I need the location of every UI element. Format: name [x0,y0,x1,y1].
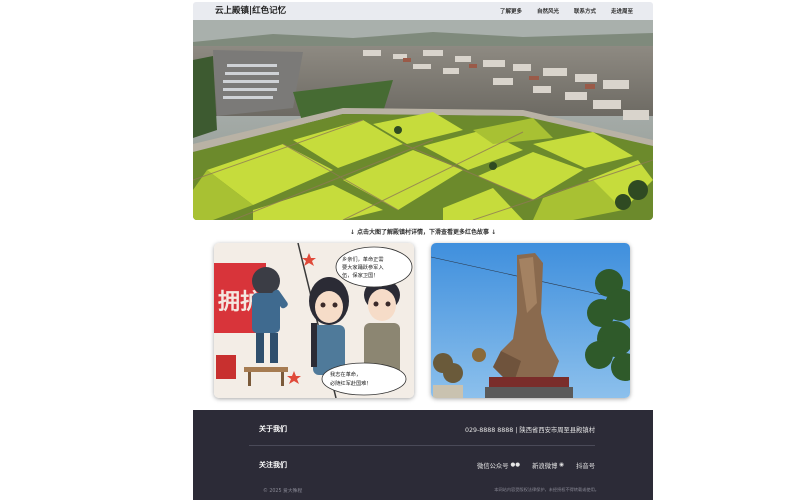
weibo-icon: ◉ [559,462,565,468]
footer-bottom: © 2025 爱大殊程 本网站内容受版权法律保护，未经授权不得转载或使用。 [263,487,599,494]
nav-link-zhouzhi[interactable]: 走进周至 [611,7,633,15]
social-link-douyin-label: 抖音号 [576,462,595,470]
footer-follow-title: 关注我们 [259,461,287,469]
page: 云上殿镇|红色记忆 了解更多 自然风光 联系方式 走进周至 ↓ 点击大图了解殿镇… [0,0,800,500]
social-link-douyin[interactable]: 抖音号 [576,461,595,470]
footer-about-title: 关于我们 [259,425,287,433]
top-navbar: 云上殿镇|红色记忆 了解更多 自然风光 联系方式 走进周至 [193,2,653,20]
footer-divider [249,445,595,446]
footer-follow-row: 关注我们 微信公众号 ●● 新浪微博 ◉ 抖音号 [259,458,595,472]
social-link-weibo[interactable]: 新浪微博 ◉ [532,461,564,470]
speech-bottom-line1: 我志在革命， [330,370,361,378]
social-link-wechat[interactable]: 微信公众号 ●● [477,461,520,470]
footer-copyright: © 2025 爱大殊程 [263,489,303,494]
story-card-comic[interactable]: 拥护 乡亲们，革命正需 要大家踊跃参军入 伍，保家卫国！ 我志在革命， 必随红军… [214,243,414,398]
nav-links: 了解更多 自然风光 联系方式 走进周至 [485,2,633,20]
story-card-statue[interactable] [431,243,630,398]
speech-top-line3: 伍，保家卫国！ [342,271,378,279]
nav-link-contact[interactable]: 联系方式 [574,7,596,15]
nav-link-learn-more[interactable]: 了解更多 [500,7,522,15]
site-footer: 关于我们 029-8888 8888 | 陕西省西安市周至县殿镇村 关注我们 微… [193,410,653,500]
footer-social-links: 微信公众号 ●● 新浪微博 ◉ 抖音号 [465,461,595,470]
social-link-wechat-label: 微信公众号 [477,462,509,470]
footer-about-row: 关于我们 029-8888 8888 | 陕西省西安市周至县殿镇村 [259,422,595,436]
speech-bottom-line2: 必随红军赴国难！ [330,379,372,387]
site-brand[interactable]: 云上殿镇|红色记忆 [215,3,286,19]
scroll-hint: ↓ 点击大图了解殿镇村详情，下滑查看更多红色故事 ↓ [349,229,497,236]
social-link-weibo-label: 新浪微博 [532,462,558,470]
hero-aerial-image[interactable] [193,20,653,220]
footer-disclaimer: 本网站内容受版权法律保护，未经授权不得转载或使用。 [494,487,599,492]
speech-top-line1: 乡亲们，革命正需 [342,255,384,263]
nav-link-scenery[interactable]: 自然风光 [537,7,559,15]
footer-contact-info: 029-8888 8888 | 陕西省西安市周至县殿镇村 [464,426,595,434]
speech-top-line2: 要大家踊跃参军入 [342,263,384,271]
wechat-icon: ●● [510,462,521,468]
